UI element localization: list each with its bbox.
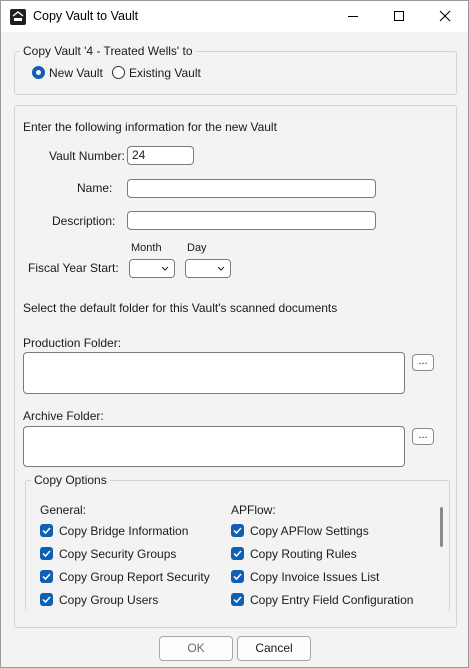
copy-options-scrollbar[interactable] bbox=[440, 507, 443, 547]
checkmark-icon bbox=[42, 527, 51, 535]
radio-existing-vault[interactable] bbox=[112, 66, 125, 79]
copy-invoice-issues-list-checkbox[interactable] bbox=[231, 570, 244, 583]
production-folder-label: Production Folder: bbox=[23, 336, 122, 350]
chevron-down-icon bbox=[217, 266, 225, 271]
copy-security-groups-checkbox[interactable] bbox=[40, 547, 53, 560]
archive-folder-input[interactable] bbox=[23, 426, 405, 467]
browse-production-button[interactable]: ... bbox=[412, 354, 434, 371]
title-bar[interactable]: Copy Vault to Vault bbox=[1, 1, 468, 32]
close-button[interactable] bbox=[422, 1, 468, 32]
copy-bridge-information-label[interactable]: Copy Bridge Information bbox=[59, 524, 188, 538]
description-label: Description: bbox=[52, 214, 116, 228]
window-title: Copy Vault to Vault bbox=[33, 9, 139, 23]
copy-routing-rules-checkbox[interactable] bbox=[231, 547, 244, 560]
new-vault-instructions: Enter the following information for the … bbox=[23, 120, 277, 134]
chevron-down-icon bbox=[161, 266, 169, 271]
copy-apflow-settings-checkbox[interactable] bbox=[231, 524, 244, 537]
name-input[interactable] bbox=[127, 179, 376, 198]
copy-target-legend: Copy Vault '4 - Treated Wells' to bbox=[20, 44, 196, 58]
checkmark-icon bbox=[42, 550, 51, 558]
copy-entry-field-configuration-checkbox[interactable] bbox=[231, 593, 244, 606]
checkmark-icon bbox=[233, 573, 242, 581]
copy-routing-rules-label[interactable]: Copy Routing Rules bbox=[250, 547, 357, 561]
month-label: Month bbox=[131, 242, 162, 254]
apflow-heading: APFlow: bbox=[231, 503, 276, 517]
copy-apflow-settings-label[interactable]: Copy APFlow Settings bbox=[250, 524, 369, 538]
cancel-button[interactable]: Cancel bbox=[237, 636, 311, 661]
checkmark-icon bbox=[233, 596, 242, 604]
vault-number-input[interactable]: 24 bbox=[127, 146, 194, 165]
minimize-icon bbox=[348, 16, 358, 17]
app-icon bbox=[10, 9, 26, 25]
fiscal-month-select[interactable] bbox=[129, 259, 175, 278]
fiscal-year-start-label: Fiscal Year Start: bbox=[28, 261, 119, 275]
radio-existing-vault-label[interactable]: Existing Vault bbox=[129, 66, 201, 80]
copy-invoice-issues-list-label[interactable]: Copy Invoice Issues List bbox=[250, 570, 379, 584]
checkmark-icon bbox=[233, 550, 242, 558]
minimize-button[interactable] bbox=[330, 1, 376, 32]
maximize-icon bbox=[394, 11, 404, 21]
folder-instructions: Select the default folder for this Vault… bbox=[23, 301, 338, 315]
fiscal-day-select[interactable] bbox=[185, 259, 231, 278]
copy-group-report-security-label[interactable]: Copy Group Report Security bbox=[59, 570, 210, 584]
ok-button[interactable]: OK bbox=[159, 636, 233, 661]
day-label: Day bbox=[187, 242, 207, 254]
radio-new-vault-label[interactable]: New Vault bbox=[49, 66, 103, 80]
copy-group-report-security-checkbox[interactable] bbox=[40, 570, 53, 583]
name-label: Name: bbox=[77, 181, 113, 195]
checkmark-icon bbox=[233, 527, 242, 535]
copy-entry-field-configuration-label[interactable]: Copy Entry Field Configuration bbox=[250, 593, 413, 607]
copy-group-users-label[interactable]: Copy Group Users bbox=[59, 593, 158, 607]
description-input[interactable] bbox=[127, 211, 376, 230]
copy-options-legend: Copy Options bbox=[31, 473, 110, 487]
archive-folder-label: Archive Folder: bbox=[23, 409, 104, 423]
copy-group-users-checkbox[interactable] bbox=[40, 593, 53, 606]
copy-security-groups-label[interactable]: Copy Security Groups bbox=[59, 547, 176, 561]
production-folder-input[interactable] bbox=[23, 352, 405, 394]
copy-bridge-information-checkbox[interactable] bbox=[40, 524, 53, 537]
checkmark-icon bbox=[42, 573, 51, 581]
vault-number-label: Vault Number: bbox=[49, 149, 125, 163]
general-heading: General: bbox=[40, 503, 87, 517]
close-icon bbox=[439, 10, 451, 22]
maximize-button[interactable] bbox=[376, 1, 422, 32]
copy-vault-dialog: Copy Vault to Vault Copy Vault '4 - Trea… bbox=[0, 0, 469, 668]
browse-archive-button[interactable]: ... bbox=[412, 428, 434, 445]
checkmark-icon bbox=[42, 596, 51, 604]
radio-new-vault[interactable] bbox=[32, 66, 45, 79]
